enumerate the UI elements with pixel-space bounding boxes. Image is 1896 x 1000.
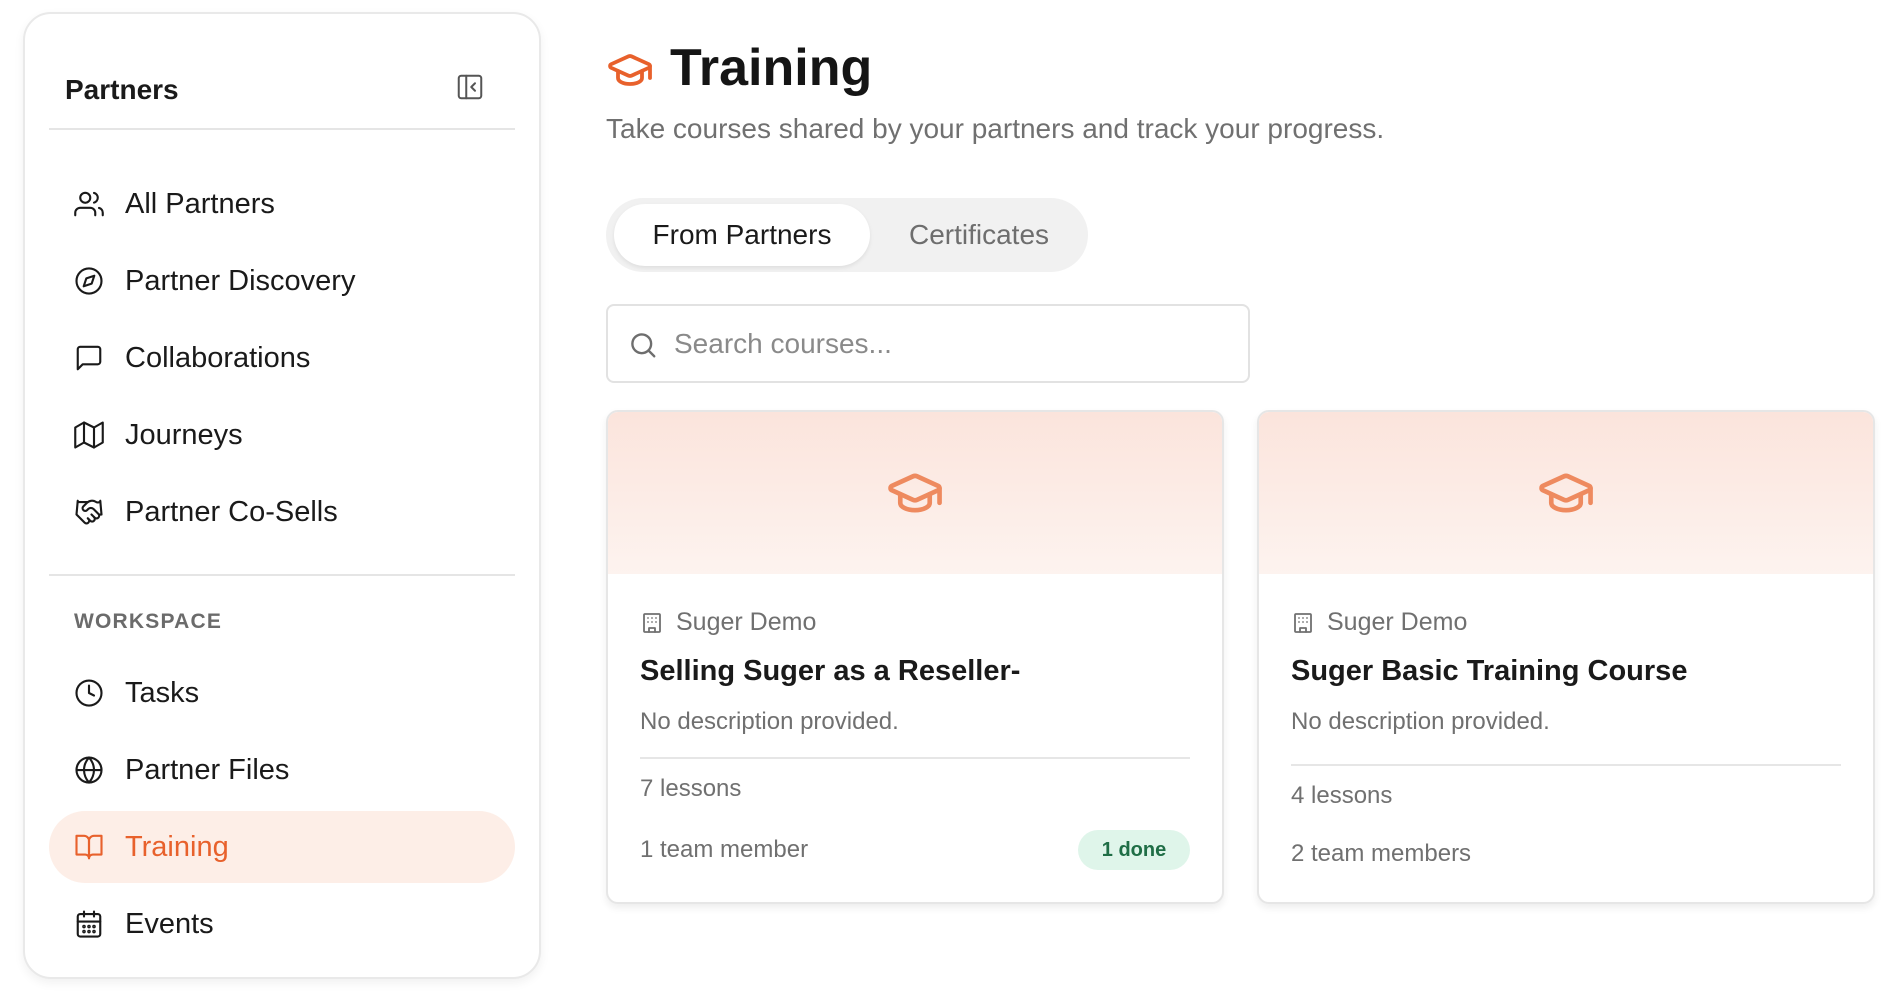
building-icon [640,611,664,635]
clock-icon [73,677,105,709]
globe-icon [73,754,105,786]
course-lessons: 7 lessons [640,775,742,802]
sidebar-item-partner-co-sells[interactable]: Partner Co-Sells [49,476,515,548]
map-icon [73,419,105,451]
tab-from-partners[interactable]: From Partners [614,204,870,266]
users-icon [73,188,105,220]
sidebar-item-events[interactable]: Events [49,888,515,960]
course-title: Suger Basic Training Course [1291,655,1688,687]
course-members: 1 team member [640,836,809,863]
sidebar-title: Partners [65,74,179,105]
course-lessons: 4 lessons [1291,782,1393,809]
graduation-cap-icon [1534,466,1598,520]
course-card[interactable]: Suger Demo Selling Suger as a Reseller- … [606,410,1224,904]
status-badge: 1 done [1078,830,1190,870]
course-title: Selling Suger as a Reseller- [640,655,1021,687]
sidebar-divider [49,574,515,576]
sidebar-item-label: Tasks [125,676,200,709]
sidebar-item-training[interactable]: Training [49,811,515,883]
sidebar-item-label: Events [125,907,214,940]
sidebar-item-label: Training [125,830,229,863]
search-icon [628,330,658,360]
course-description: No description provided. [1291,708,1550,735]
sidebar-section-workspace: WORKSPACE [74,610,223,633]
graduation-cap-icon [606,48,654,92]
sidebar-item-label: Partner Co-Sells [125,495,338,528]
sidebar-item-partner-discovery[interactable]: Partner Discovery [49,245,515,317]
sidebar-item-label: Journeys [125,418,243,451]
sidebar-divider [49,128,515,130]
course-members: 2 team members [1291,840,1472,867]
search-input[interactable] [674,318,1234,370]
course-description: No description provided. [640,708,899,735]
sidebar-item-tasks[interactable]: Tasks [49,657,515,729]
sidebar-item-label: Partner Files [125,753,290,786]
sidebar-item-collaborations[interactable]: Collaborations [49,322,515,394]
sidebar-header: Partners [25,14,539,130]
message-square-icon [73,342,105,374]
sidebar-collapse-icon[interactable] [455,72,485,102]
compass-icon [73,265,105,297]
sidebar-item-label: Partner Discovery [125,264,356,297]
sidebar-item-journeys[interactable]: Journeys [49,399,515,471]
sidebar-item-all-partners[interactable]: All Partners [49,168,515,240]
building-icon [1291,611,1315,635]
book-open-icon [73,831,105,863]
page-subtitle: Take courses shared by your partners and… [606,113,1385,144]
course-org-name: Suger Demo [1327,608,1468,636]
course-card-banner [608,412,1222,574]
sidebar-item-label: All Partners [125,187,275,220]
course-card-divider [1291,764,1841,766]
course-org: Suger Demo [640,608,816,637]
course-card-divider [640,757,1190,759]
course-org: Suger Demo [1291,608,1467,637]
course-org-name: Suger Demo [676,608,817,636]
sidebar: Partners All Partners Partner Discovery … [23,12,541,979]
course-card-banner [1259,412,1873,574]
page-title: Training [670,39,873,97]
search-box[interactable] [606,304,1250,383]
handshake-icon [73,496,105,528]
sidebar-item-partner-files[interactable]: Partner Files [49,734,515,806]
tab-certificates[interactable]: Certificates [878,204,1080,266]
calendar-icon [73,908,105,940]
tab-bar: From Partners Certificates [606,198,1088,272]
graduation-cap-icon [883,466,947,520]
course-card[interactable]: Suger Demo Suger Basic Training Course N… [1257,410,1875,904]
sidebar-item-label: Collaborations [125,341,311,374]
